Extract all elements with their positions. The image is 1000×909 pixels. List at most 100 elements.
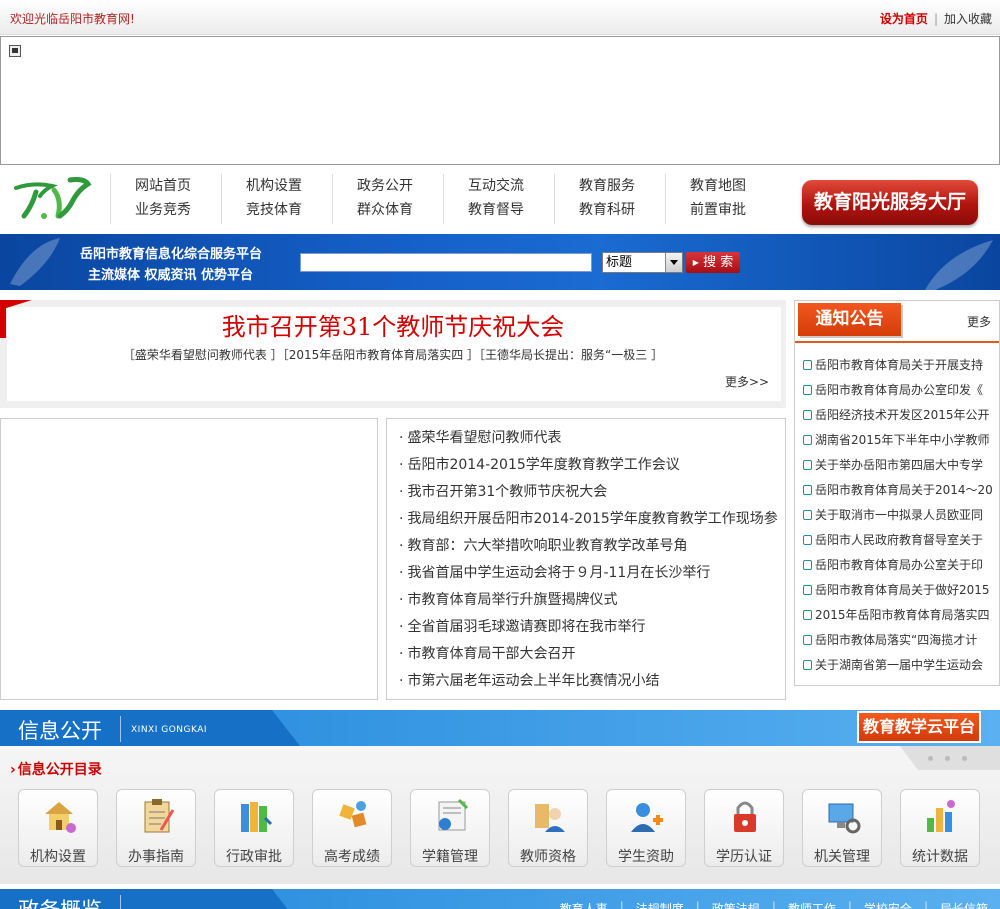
nav-link-interaction[interactable]: 互动交流 [468,174,554,198]
nav-link-home[interactable]: 网站首页 [135,174,221,198]
tile-degree-verification[interactable]: 学历认证 [704,789,784,867]
news-item[interactable]: 我省首届中学生运动会将于９月-11月在长沙举行 [399,560,778,587]
house-icon [45,802,76,833]
search-button[interactable]: ▶ 搜 索 [686,252,740,273]
news-item[interactable]: 我局组织开展岳阳市2014-2015学年度教育教学工作现场参 [399,506,777,533]
tile-student-records[interactable]: 学籍管理 [410,789,490,867]
affairs-link[interactable]: 学校安全 [864,900,912,909]
top-bar: 欢迎光临岳阳市教育网! 设为首页 | 加入收藏 [0,0,1000,35]
nav-link-organization[interactable]: 机构设置 [246,174,332,198]
notice-item[interactable]: 岳阳市教育体育局关于做好2015 [803,578,993,603]
tile-label: 学生资助 [618,849,674,865]
clipboard-icon [144,799,175,833]
affairs-section-header: 政务概览 教育人事 | 法规制度 | 政策法规 | 教师工作 | 学校安全 | 局长信箱 [0,889,1000,909]
photo-news-area[interactable] [0,418,378,700]
nav-columns: 网站首页 业务竞秀 机构设置 竞技体育 政务公开 群众体育 互动交流 教育督导 … [110,174,776,224]
notice-item[interactable]: 岳阳市教体局落实“四海揽才计 [803,628,993,653]
news-item[interactable]: 市第六届老年运动会上半年比赛情况小结 [399,668,778,695]
news-item[interactable]: 市教育体育局举行升旗暨揭牌仪式 [399,587,778,614]
notice-item-label: 岳阳市教体局落实“四海揽才计 [815,633,978,647]
nav-link-map[interactable]: 教育地图 [690,174,776,198]
tile-organization[interactable]: 机构设置 [18,789,98,867]
notice-header: 通知公告 更多 [795,301,999,343]
chevron-down-icon[interactable] [665,253,682,272]
news-item[interactable]: 市教育体育局干部大会召开 [399,641,778,668]
news-item[interactable]: 岳阳市2014-2015学年度教育教学工作会议 [399,452,778,479]
search-field-select[interactable]: 标题 [602,252,683,273]
notice-item[interactable]: 岳阳市教育体育局办公室印发《 [803,378,993,403]
nav-link-research[interactable]: 教育科研 [579,198,665,222]
info-catalog-area: › 信息公开目录 机构设置 办事指南 行政审批 高考成绩 学籍管理 教师资格 学… [0,746,1000,884]
affairs-link[interactable]: 政策法规 [712,900,760,909]
headline-title[interactable]: 我市召开第31个教师节庆祝大会 [0,307,786,342]
notice-item-label: 湖南省2015年下半年中小学教师 [815,433,990,447]
nav-link-approval[interactable]: 前置审批 [690,198,776,222]
notice-item[interactable]: 关于举办岳阳市第四届大中专学 [803,453,993,478]
notice-item-label: 岳阳市教育体育局办公室印发《 [815,383,984,397]
news-item[interactable]: 教育部：六大举措吹响职业教育教学改革号角 [399,533,778,560]
notice-more-link[interactable]: 更多 [967,313,991,330]
tile-guide[interactable]: 办事指南 [116,789,196,867]
nav-column-3: 政务公开 群众体育 [332,174,443,224]
notice-item[interactable]: 2015年岳阳市教育体育局落实四 [803,603,993,628]
news-item[interactable]: 全省首届羽毛球邀请赛即将在我市举行 [399,614,778,641]
nav-link-competitive-sports[interactable]: 竞技体育 [246,198,332,222]
document-icon [803,410,812,420]
affairs-link[interactable]: 教师工作 [788,900,836,909]
binders-icon [241,802,273,832]
affairs-link[interactable]: 局长信箱 [940,900,988,909]
info-section-title: 信息公开 [18,719,102,743]
pager-dot-icon[interactable] [945,756,950,761]
bar-chart-icon [927,800,955,832]
news-list: 盛荣华看望慰问教师代表 岳阳市2014-2015学年度教育教学工作会议 我市召开… [399,425,778,695]
nav-column-6: 教育地图 前置审批 [665,174,776,224]
document-icon [803,510,812,520]
news-item[interactable]: 我市召开第31个教师节庆祝大会 [399,479,778,506]
notice-item-label: 岳阳市教育体育局关于2014～20 [815,483,993,497]
catalog-title[interactable]: › 信息公开目录 [10,759,102,779]
affairs-link[interactable]: 法规制度 [636,900,684,909]
notice-title[interactable]: 通知公告 [798,303,901,336]
service-hall-button[interactable]: 教育阳光服务大厅 [802,180,978,225]
cloud-platform-button[interactable]: 教育教学云平台 [857,711,981,743]
notice-item[interactable]: 岳阳市教育体育局关于开展支持 [803,353,993,378]
site-logo[interactable] [14,176,92,222]
nav-link-business[interactable]: 业务竞秀 [135,198,221,222]
notice-item[interactable]: 岳阳市教育体育局关于2014～20 [803,478,993,503]
nav-link-services[interactable]: 教育服务 [579,174,665,198]
teacher-icon [535,804,565,832]
notice-item[interactable]: 关于湖南省第一届中学生运动会 [803,653,993,678]
tile-approval[interactable]: 行政审批 [214,789,294,867]
nav-column-5: 教育服务 教育科研 [554,174,665,224]
tile-teacher-qualification[interactable]: 教师资格 [508,789,588,867]
affairs-link[interactable]: 教育人事 [560,900,608,909]
search-button-label: 搜 索 [703,255,734,270]
search-input[interactable] [300,253,592,272]
headline-related-links[interactable]: ［盛荣华看望慰问教师代表 ］［2015年岳阳市教育体育局落实四 ］［王德华局长提… [0,346,786,363]
tile-office-management[interactable]: 机关管理 [802,789,882,867]
tile-exam-scores[interactable]: 高考成绩 [312,789,392,867]
nav-column-1: 网站首页 业务竞秀 [110,174,221,224]
notice-item[interactable]: 岳阳市教育体育局办公室关于印 [803,553,993,578]
tile-statistics[interactable]: 统计数据 [900,789,980,867]
tile-label: 学历认证 [716,849,772,865]
notice-item[interactable]: 关于取消市一中拟录人员欧亚同 [803,503,993,528]
nav-link-mass-sports[interactable]: 群众体育 [357,198,443,222]
news-item[interactable]: 盛荣华看望慰问教师代表 [399,425,778,452]
set-home-link[interactable]: 设为首页 [880,12,928,26]
add-favorite-link[interactable]: 加入收藏 [944,12,992,26]
pager-dot-icon[interactable] [928,756,933,761]
nav-link-supervision[interactable]: 教育督导 [468,198,554,222]
document-icon [803,360,812,370]
notice-item[interactable]: 岳阳经济技术开发区2015年公开 [803,403,993,428]
info-section-pinyin: XINXI GONGKAI [131,725,208,735]
notice-item-label: 岳阳经济技术开发区2015年公开 [815,408,990,422]
headline-more-link[interactable]: 更多>> [725,373,769,390]
tile-student-aid[interactable]: 学生资助 [606,789,686,867]
notice-item[interactable]: 岳阳市人民政府教育督导室关于 [803,528,993,553]
notice-item[interactable]: 湖南省2015年下半年中小学教师 [803,428,993,453]
pager-dot-icon[interactable] [962,756,967,761]
nav-column-2: 机构设置 竞技体育 [221,174,332,224]
tile-label: 教师资格 [520,849,576,865]
nav-link-government-affairs[interactable]: 政务公开 [357,174,443,198]
